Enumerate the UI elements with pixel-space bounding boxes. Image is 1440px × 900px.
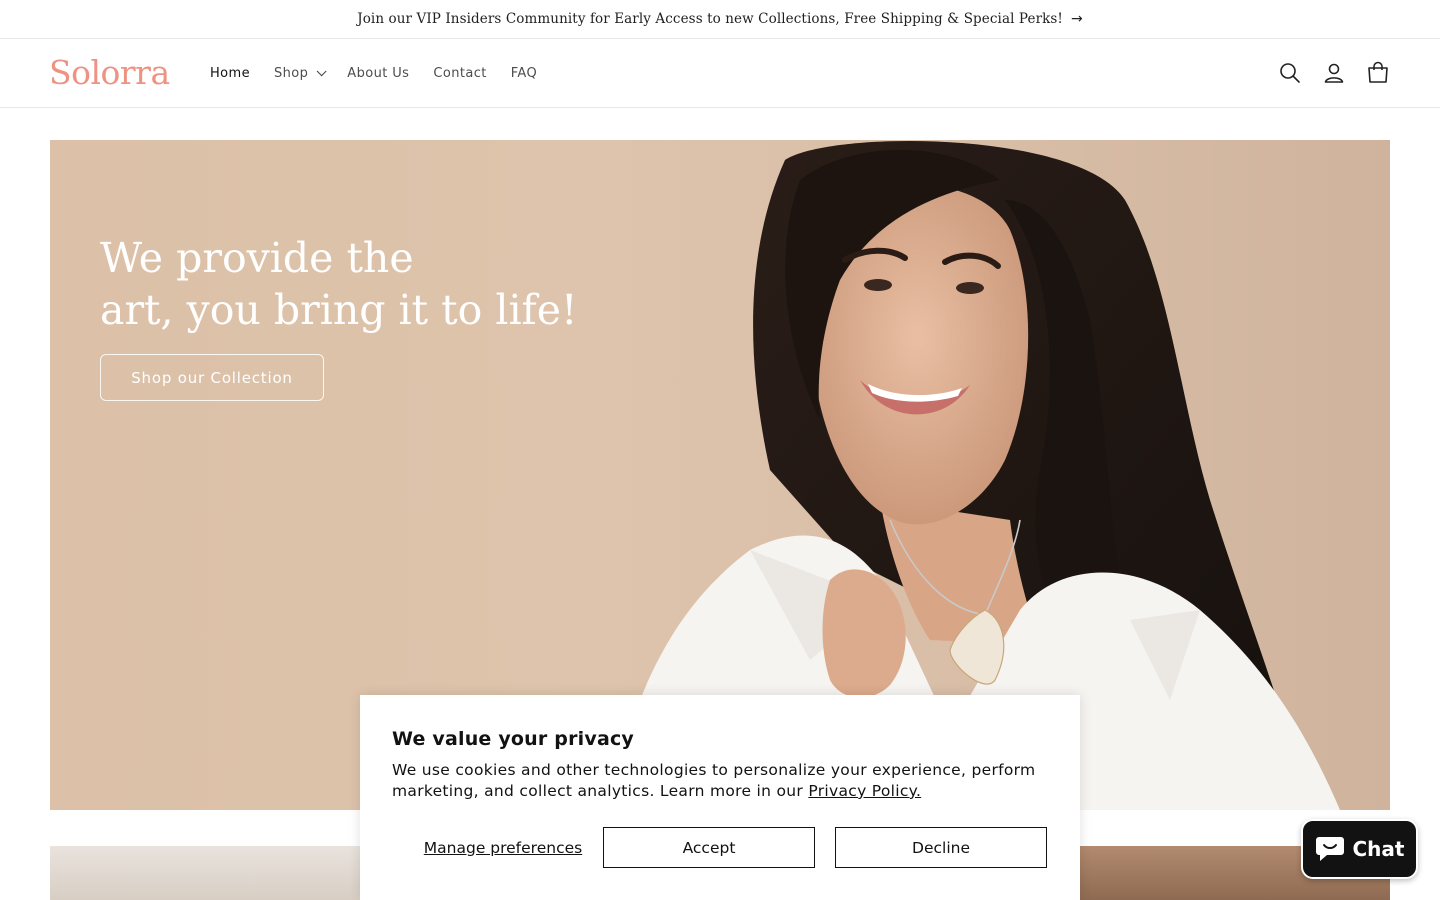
header-icons [1276, 59, 1392, 87]
search-icon[interactable] [1276, 59, 1304, 87]
nav-item-label: Shop [274, 65, 309, 81]
cookie-title: We value your privacy [392, 728, 635, 750]
chat-bubble-icon [1315, 837, 1344, 861]
chevron-down-icon [316, 65, 327, 76]
nav-item-about-us[interactable]: About Us [335, 66, 421, 81]
featured-tile-left[interactable] [50, 846, 370, 900]
site-header: Solorra Home Shop About Us Contact FAQ [0, 39, 1440, 108]
decline-button[interactable]: Decline [835, 827, 1047, 868]
nav-item-label: Contact [433, 65, 487, 81]
nav-item-shop[interactable]: Shop [262, 66, 335, 81]
shop-collection-button[interactable]: Shop our Collection [100, 354, 324, 401]
announcement-bar: Join our VIP Insiders Community for Earl… [0, 0, 1440, 39]
nav-item-contact[interactable]: Contact [421, 66, 498, 81]
cart-icon[interactable] [1364, 59, 1392, 87]
cookie-banner: We value your privacy We use cookies and… [360, 695, 1080, 900]
announcement-link[interactable]: Join our VIP Insiders Community for Earl… [357, 11, 1083, 27]
nav-item-label: About Us [347, 65, 410, 81]
account-icon[interactable] [1320, 59, 1348, 87]
nav-item-label: Home [210, 65, 250, 81]
main-nav: Home Shop About Us Contact FAQ [198, 39, 549, 107]
nav-item-home[interactable]: Home [198, 66, 262, 81]
cookie-body-text: We use cookies and other technologies to… [392, 761, 1036, 800]
announcement-text: Join our VIP Insiders Community for Earl… [357, 11, 1063, 27]
nav-item-faq[interactable]: FAQ [499, 66, 549, 81]
site-logo[interactable]: Solorra [49, 53, 170, 92]
chat-label: Chat [1352, 837, 1405, 861]
accept-button[interactable]: Accept [603, 827, 815, 868]
nav-item-label: FAQ [510, 65, 538, 81]
chat-button[interactable]: Chat [1301, 819, 1418, 879]
manage-preferences-link[interactable]: Manage preferences [392, 827, 614, 868]
hero-title-line-2: art, you bring it to life! [100, 286, 578, 334]
cookie-body: We use cookies and other technologies to… [392, 760, 1052, 802]
hero-title-line-1: We provide the [100, 234, 414, 282]
privacy-policy-link[interactable]: Privacy Policy. [808, 782, 921, 800]
hero-title: We provide the art, you bring it to life… [100, 232, 577, 336]
arrow-right-icon: → [1070, 11, 1083, 27]
